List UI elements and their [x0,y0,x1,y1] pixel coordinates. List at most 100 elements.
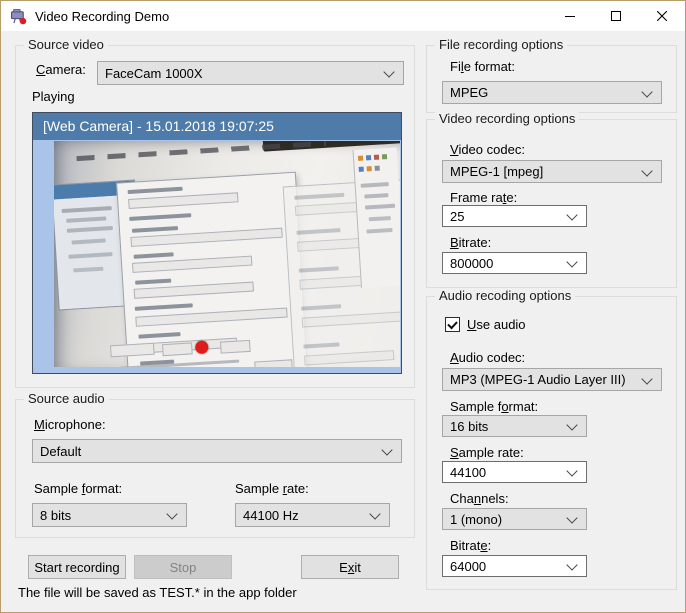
frame-rate-combobox[interactable]: 25 [442,205,587,227]
frame-rate-label: Frame rate: [450,190,517,205]
mock-menu-bar [76,141,326,161]
source-video-group-label: Source video [24,37,108,53]
start-recording-button-label: Start recording [34,560,119,575]
video-bitrate-label: Bitrate: [450,235,491,250]
mock-detail [162,342,193,356]
use-audio-checkbox[interactable] [445,317,460,332]
minimize-button[interactable] [547,1,593,31]
mock-detail [135,303,193,311]
audio-sample-format-label: Sample format: [450,399,538,414]
file-format-combobox[interactable]: MPEG [442,81,662,104]
close-button[interactable] [639,1,685,31]
audio-recoding-options-group-label: Audio recoding options [435,288,575,304]
file-format-label: File format: [450,59,515,74]
chevron-down-icon [566,256,577,267]
chevron-down-icon [566,465,577,476]
video-codec-combobox[interactable]: MPEG-1 [mpeg] [442,160,662,183]
chevron-down-icon [381,444,392,455]
mock-detail [303,342,339,348]
exit-button-label: Exit [339,560,361,575]
sample-rate-combobox[interactable]: 44100 Hz [235,503,390,527]
mock-detail [302,311,400,328]
camera-combobox[interactable]: FaceCam 1000X [97,61,404,85]
audio-sample-format-combobox-value: 16 bits [450,419,488,434]
window-title: Video Recording Demo [35,9,169,24]
channels-label: Channels: [450,491,509,506]
chevron-down-icon [369,508,380,519]
audio-codec-combobox-value: MP3 (MPEG-1 Audio Layer III) [450,372,626,387]
video-bitrate-combobox-value: 800000 [450,256,493,271]
use-audio-checkbox-row[interactable]: Use audio [445,317,526,332]
mock-detail [134,282,254,299]
video-preview-title: [Web Camera] - 15.01.2018 19:07:25 [43,118,274,134]
chevron-down-icon [566,209,577,220]
app-window: Video Recording Demo Source video Camera… [0,0,686,613]
start-recording-button[interactable]: Start recording [28,555,126,579]
mock-detail [135,279,171,285]
video-preview: [Web Camera] - 15.01.2018 19:07:25 [32,112,402,374]
audio-sample-rate-combobox-value: 44100 [450,465,486,480]
chevron-down-icon [566,559,577,570]
minimize-icon [565,11,575,21]
mock-detail [132,256,252,273]
mock-detail [382,154,387,159]
mock-detail [299,266,339,272]
microphone-combobox[interactable]: Default [32,439,402,463]
sample-format-combobox-value: 8 bits [40,508,71,523]
mock-detail [72,238,106,244]
video-preview-titlebar: [Web Camera] - 15.01.2018 19:07:25 [33,113,401,140]
status-text: The file will be saved as TEST.* in the … [18,585,297,600]
mock-detail [358,156,363,161]
app-icon[interactable] [10,8,28,25]
mock-detail [129,213,191,221]
microphone-combobox-value: Default [40,444,81,459]
audio-bitrate-combobox[interactable]: 64000 [442,555,587,577]
source-audio-group-label: Source audio [24,391,109,407]
mock-detail [367,166,372,171]
chevron-down-icon [641,86,652,97]
chevron-down-icon [641,373,652,384]
chevron-down-icon [383,66,394,77]
camera-combobox-value: FaceCam 1000X [105,66,203,81]
mock-detail [67,226,113,233]
mock-detail [128,192,238,209]
mock-window-dialog [116,172,308,367]
mock-detail [359,165,384,181]
sample-format-combobox[interactable]: 8 bits [32,503,187,527]
video-recording-options-group-label: Video recording options [435,111,579,127]
mock-detail [366,155,371,160]
source-audio-group: Source audio Microphone: Default Sample … [15,399,415,538]
mock-tree-panel [353,148,400,288]
mock-detail [364,193,388,198]
file-recording-options-group: File recording options File format: MPEG [426,45,677,113]
channels-combobox[interactable]: 1 (mono) [442,508,587,530]
maximize-icon [611,11,621,21]
stop-button[interactable]: Stop [134,555,232,579]
mock-detail [374,155,379,160]
mock-detail [296,228,340,235]
mock-detail [365,204,395,210]
audio-recoding-options-group: Audio recoding options Use audio Audio c… [426,296,677,590]
maximize-button[interactable] [593,1,639,31]
mock-detail [68,252,112,259]
mock-detail [220,340,251,354]
video-codec-combobox-value: MPEG-1 [mpeg] [450,164,543,179]
mock-detail [132,226,178,233]
audio-codec-combobox[interactable]: MP3 (MPEG-1 Audio Layer III) [442,368,662,391]
file-format-combobox-value: MPEG [450,85,488,100]
audio-sample-rate-combobox[interactable]: 44100 [442,461,587,483]
audio-bitrate-label: Bitrate: [450,538,491,553]
audio-sample-format-combobox[interactable]: 16 bits [442,415,587,437]
source-video-group: Source video Camera: FaceCam 1000X Playi… [15,45,415,388]
chevron-down-icon [566,512,577,523]
mock-detail [138,332,180,339]
video-bitrate-combobox[interactable]: 800000 [442,252,587,274]
file-recording-options-group-label: File recording options [435,37,567,53]
mock-detail [254,359,293,367]
sample-format-label: Sample format: [34,481,122,496]
mock-detail [359,167,364,172]
mock-detail [73,267,103,273]
exit-button[interactable]: Exit [301,555,399,579]
mock-detail [301,304,341,310]
chevron-down-icon [166,508,177,519]
